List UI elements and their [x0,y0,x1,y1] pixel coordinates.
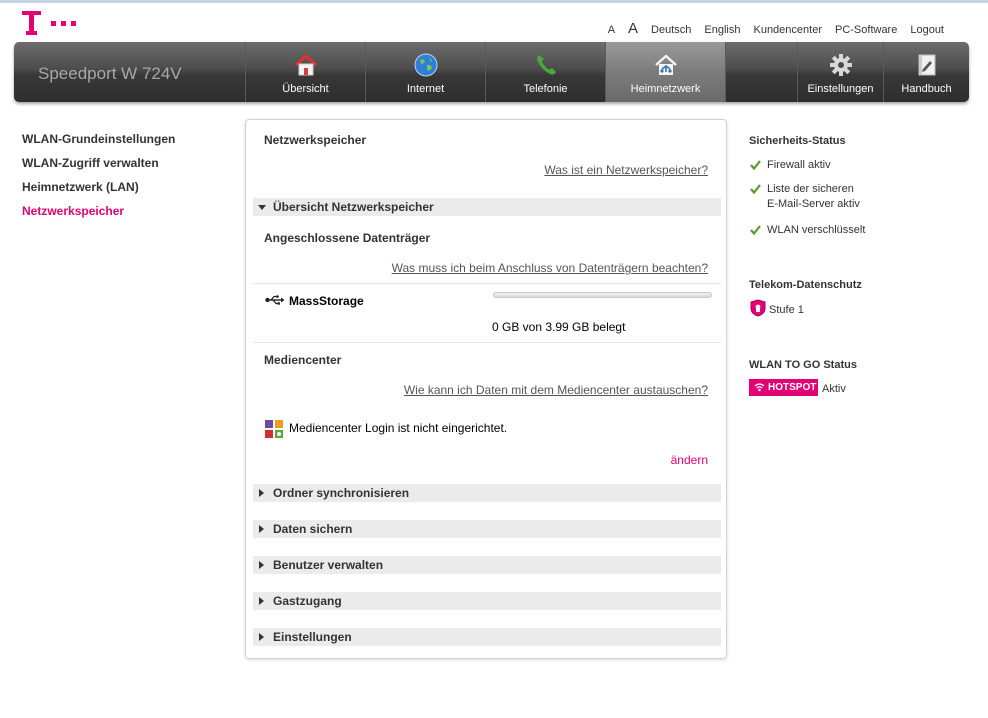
manual-icon [918,54,935,76]
help-link-datentraeger[interactable]: Was muss ich beim Anschluss von Datenträ… [392,261,708,275]
house-icon [294,54,317,76]
wlan-to-go-status: Aktiv [822,383,846,395]
privacy-title: Telekom-Datenschutz [749,279,862,291]
security-email-server-line1: Liste der sicheren [767,183,854,195]
globe-icon [414,53,437,77]
section-header-uebersicht[interactable]: Übersicht Netzwerkspeicher [253,198,721,216]
telekom-logo[interactable] [22,11,82,37]
nav-tab-label: Telefonie [523,83,568,95]
hotspot-badge: HOTSPOT [749,379,818,396]
section-header-daten-sichern[interactable]: Daten sichern [253,520,721,538]
expand-arrow-icon [259,633,264,641]
security-wlan: WLAN verschlüsselt [767,224,866,236]
drives-title: Angeschlossene Datenträger [264,231,431,245]
security-email-server-line2: E-Mail-Server aktiv [767,198,860,210]
usb-icon [265,295,285,305]
nav-tab-label: Handbuch [901,83,952,95]
phone-icon [536,55,556,75]
nav-tab-label: Übersicht [282,83,329,95]
nav-tab-label: Internet [406,83,445,95]
mediacenter-icon [265,420,283,438]
sidebar-item-wlan-grundeinstellungen[interactable]: WLAN-Grundeinstellungen [22,132,175,148]
sidebar-menu: WLAN-Grundeinstellungen WLAN-Zugriff ver… [22,132,175,228]
help-link-netzwerkspeicher[interactable]: Was ist ein Netzwerkspeicher? [544,163,708,177]
section-header-einstellungen[interactable]: Einstellungen [253,628,721,646]
divider [253,283,721,284]
kundencenter-link[interactable]: Kundencenter [753,24,822,36]
browser-top-line [0,0,988,3]
storage-usage-bar [493,292,712,298]
nav-tab-einstellungen[interactable]: Einstellungen [797,42,883,102]
section-header-label: Gastzugang [273,594,342,608]
home-network-icon [654,54,677,75]
nav-tab-uebersicht[interactable]: Übersicht [245,42,365,102]
privacy-level: Stufe 1 [769,304,804,316]
section-header-gastzugang[interactable]: Gastzugang [253,592,721,610]
section-header-benutzer-verwalten[interactable]: Benutzer verwalten [253,556,721,574]
check-icon [750,160,761,170]
section-header-label: Daten sichern [273,522,353,536]
sidebar-item-netzwerkspeicher[interactable]: Netzwerkspeicher [22,204,175,220]
main-navigation: Speedport W 724V Übersicht Internet Tele… [14,42,969,102]
device-name: Speedport W 724V [38,64,182,83]
security-firewall: Firewall aktiv [767,159,831,171]
nav-divider [725,42,726,102]
check-icon [750,225,761,235]
nav-tab-label: Heimnetzwerk [630,83,701,95]
mediacenter-title: Mediencenter [264,353,342,367]
divider [253,342,721,343]
nav-tab-handbuch[interactable]: Handbuch [883,42,969,102]
font-size-large-button[interactable]: A [628,20,638,37]
hotspot-label: HOTSPOT [768,382,817,393]
pc-software-link[interactable]: PC-Software [835,24,897,36]
help-link-mediencenter[interactable]: Wie kann ich Daten mit dem Mediencenter … [404,383,708,397]
main-panel: Netzwerkspeicher Was ist ein Netzwerkspe… [245,119,727,659]
nav-tab-label: Einstellungen [807,83,874,95]
top-links: A A Deutsch English Kundencenter PC-Soft… [595,20,944,37]
security-status-title: Sicherheits-Status [749,135,846,147]
expand-arrow-icon [259,489,264,497]
nav-tab-internet[interactable]: Internet [365,42,485,102]
storage-device-name: MassStorage [289,294,364,308]
language-german-link[interactable]: Deutsch [651,24,691,36]
section-header-ordner-synchronisieren[interactable]: Ordner synchronisieren [253,484,721,502]
gear-icon [829,54,852,76]
expand-arrow-icon [259,597,264,605]
change-link[interactable]: ändern [671,453,708,467]
nav-tab-telefonie[interactable]: Telefonie [485,42,605,102]
storage-usage-text: 0 GB von 3.99 GB belegt [492,320,626,334]
collapse-arrow-icon [258,205,266,210]
wifi-icon [754,383,765,392]
mediacenter-status: Mediencenter Login ist nicht eingerichte… [289,421,508,435]
section-header-label: Ordner synchronisieren [273,486,410,500]
page-title: Netzwerkspeicher [264,133,367,147]
logout-link[interactable]: Logout [910,24,944,36]
font-size-small-button[interactable]: A [608,24,615,36]
nav-tab-heimnetzwerk[interactable]: Heimnetzwerk [605,42,725,102]
section-header-label: Übersicht Netzwerkspeicher [273,200,434,214]
language-english-link[interactable]: English [704,24,740,36]
wlan-to-go-title: WLAN TO GO Status [749,359,857,371]
shield-icon [750,299,766,317]
expand-arrow-icon [259,561,264,569]
sidebar-item-wlan-zugriff[interactable]: WLAN-Zugriff verwalten [22,156,175,172]
section-header-label: Benutzer verwalten [273,558,384,572]
sidebar-item-heimnetzwerk-lan[interactable]: Heimnetzwerk (LAN) [22,180,175,196]
expand-arrow-icon [259,525,264,533]
section-header-label: Einstellungen [273,630,352,644]
check-icon [750,184,761,194]
